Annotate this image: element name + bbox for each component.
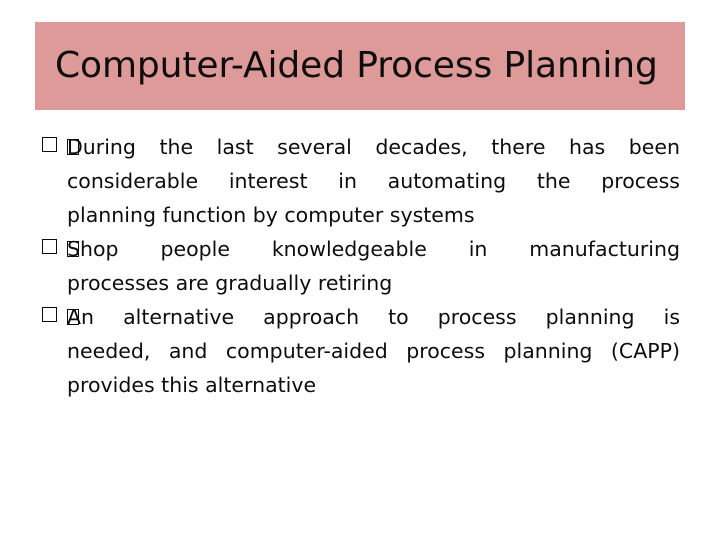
page-title: Computer-Aided Process Planning	[55, 45, 658, 86]
list-item-line: processes are gradually retiring	[67, 271, 393, 295]
title-banner: Computer-Aided Process Planning	[35, 22, 685, 110]
slide-canvas: Computer-Aided Process Planning During t…	[0, 0, 720, 540]
list-item-line: needed, and computer-aided process plann…	[67, 339, 680, 363]
bullet-missing-glyph-icon	[42, 239, 57, 254]
list-item-line: An alternative approach to process plann…	[67, 305, 680, 329]
list-item-line: provides this alternative	[67, 373, 317, 397]
list-item-line: planning function by computer systems	[67, 203, 475, 227]
bullet-list: During the last several decades, there h…	[42, 130, 680, 402]
list-item-line: Shop people knowledgeable in manufacturi…	[67, 237, 680, 261]
bullet-missing-glyph-icon	[42, 307, 57, 322]
list-item-line: considerable interest in automating the …	[67, 169, 680, 193]
list-item: During the last several decades, there h…	[42, 130, 680, 232]
list-item: An alternative approach to process plann…	[42, 300, 680, 402]
bullet-missing-glyph-icon	[42, 137, 57, 152]
list-item: Shop people knowledgeable in manufacturi…	[42, 232, 680, 300]
list-item-line: During the last several decades, there h…	[67, 135, 680, 159]
